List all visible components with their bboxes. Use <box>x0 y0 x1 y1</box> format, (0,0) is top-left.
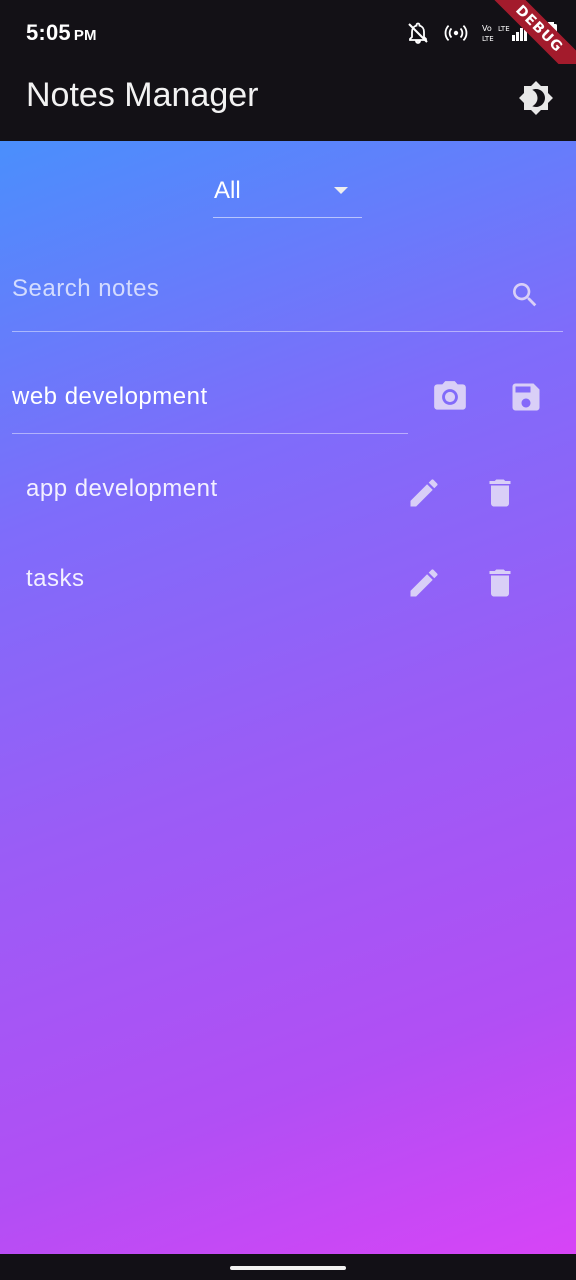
trash-icon <box>482 565 518 605</box>
app-bar: Notes Manager <box>0 64 576 141</box>
save-button[interactable] <box>506 379 546 419</box>
search-bar <box>12 257 563 332</box>
edit-button[interactable] <box>404 475 444 515</box>
svg-text:Vo: Vo <box>482 24 492 33</box>
save-icon <box>508 379 544 419</box>
chevron-down-icon <box>334 187 348 194</box>
note-title: app development <box>26 475 218 502</box>
search-icon[interactable] <box>509 279 541 315</box>
notes-content: All web development app development <box>0 141 576 1254</box>
status-bar: 5:05 PM Vo LTE LTE DEBUG <box>0 0 576 90</box>
clock-ampm: PM <box>73 27 97 44</box>
brightness-icon <box>518 80 554 120</box>
hotspot-icon <box>444 21 468 45</box>
dropdown-selected-value: All <box>214 177 241 204</box>
category-filter-dropdown[interactable]: All <box>213 169 362 218</box>
edit-button[interactable] <box>404 565 444 605</box>
notifications-off-icon <box>406 21 430 45</box>
clock-time: 5:05 <box>26 20 71 45</box>
camera-button[interactable] <box>430 379 470 419</box>
svg-text:LTE: LTE <box>482 35 494 43</box>
list-item[interactable]: tasks <box>26 553 556 613</box>
clock: 5:05 PM <box>26 20 97 46</box>
pencil-icon <box>406 475 442 515</box>
camera-icon <box>431 378 469 420</box>
list-item[interactable]: app development <box>26 463 556 523</box>
note-title: tasks <box>26 565 85 592</box>
page-title: Notes Manager <box>26 76 259 114</box>
navigation-bar <box>0 1254 576 1280</box>
new-note-field[interactable]: web development <box>12 369 408 434</box>
svg-text:LTE: LTE <box>498 25 510 33</box>
trash-icon <box>482 475 518 515</box>
home-indicator[interactable] <box>230 1266 346 1270</box>
delete-button[interactable] <box>480 475 520 515</box>
theme-toggle-button[interactable] <box>514 78 558 122</box>
search-input[interactable] <box>12 271 482 307</box>
delete-button[interactable] <box>480 565 520 605</box>
new-note-row: web development <box>12 369 564 435</box>
pencil-icon <box>406 565 442 605</box>
